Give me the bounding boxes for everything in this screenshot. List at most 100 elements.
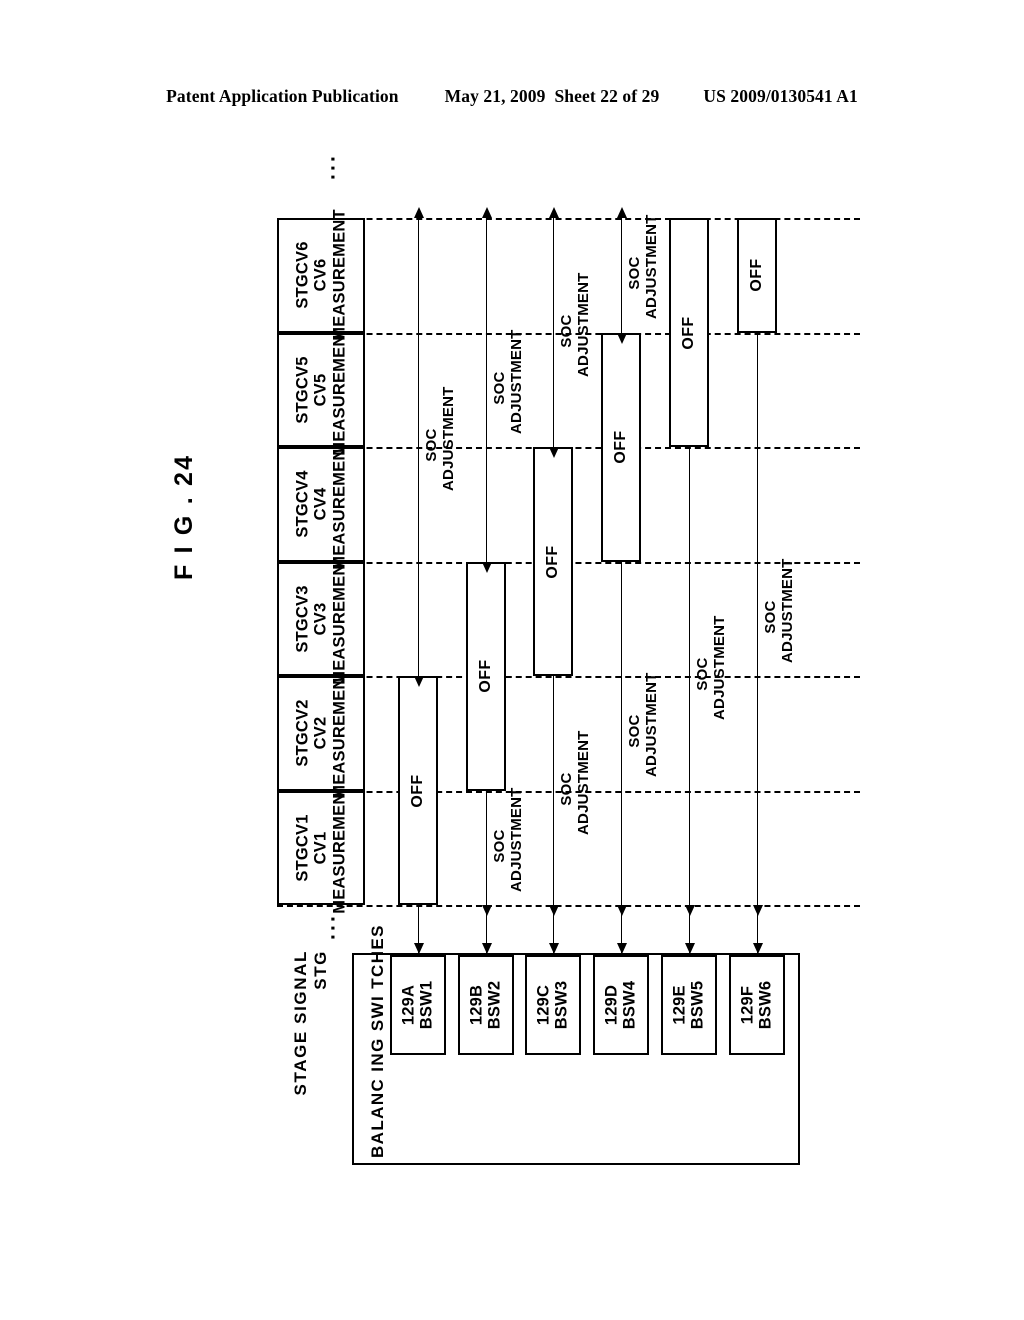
bsw-name: BSW4 xyxy=(621,980,639,1030)
soc-label-line2: ADJUSTMENT xyxy=(710,615,728,720)
soc-adjustment-arrow-BSW4 xyxy=(616,550,627,916)
arrowhead-down xyxy=(684,905,695,916)
soc-label-line1: SOC xyxy=(762,600,779,634)
balancing-switches-container xyxy=(352,953,800,1165)
ellipsis-top: ··· xyxy=(322,153,345,180)
arrowhead-up xyxy=(548,207,559,218)
bsw-name: BSW6 xyxy=(757,980,775,1030)
sheet-number: Sheet 22 of 29 xyxy=(554,86,660,106)
off-label: OFF xyxy=(680,315,697,350)
soc-adjustment-arrow-BSW5 xyxy=(684,436,695,916)
soc-adjustment-label: SOC ADJUSTMENT xyxy=(694,615,729,720)
arrowhead-up xyxy=(413,207,424,218)
soc-label-line2: ADJUSTMENT xyxy=(507,787,525,892)
off-label: OFF xyxy=(612,430,629,464)
off-bar-BSW4: OFF xyxy=(601,332,641,562)
stage-cv-name: CV5 xyxy=(311,373,330,407)
off-bar-BSW6: OFF xyxy=(737,218,777,333)
bsw-reference-numeral: 129E xyxy=(670,985,689,1025)
row-guide-line-BSW4 xyxy=(621,218,622,955)
stage-cv-name: CV1 xyxy=(311,831,330,865)
arrowhead-down xyxy=(548,447,559,458)
stage-header-cell-STGCV3: STGCV3 CV3 MEASUREMENT xyxy=(277,553,365,684)
soc-label-line2: ADJUSTMENT xyxy=(574,271,592,377)
soc-adjustment-label: SOC ADJUSTMENT xyxy=(626,673,661,778)
stage-signal-name: STGCV6 xyxy=(293,241,312,309)
row-guide-line-BSW2 xyxy=(486,218,487,955)
off-label: OFF xyxy=(409,773,426,808)
soc-label-line2: ADJUSTMENT xyxy=(642,214,660,320)
arrowhead-up xyxy=(616,207,627,218)
row-guide-line-BSW1 xyxy=(418,218,419,955)
bsw-box-BSW2: 129B BSW2 xyxy=(458,955,514,1055)
arrowhead-down xyxy=(548,943,559,954)
stage-signal-name: STGCV1 xyxy=(293,814,312,882)
stage-header-text: STGCV1 CV1 MEASUREMENT xyxy=(293,782,348,913)
stage-action-label: MEASUREMENT xyxy=(330,667,349,799)
stage-gridline xyxy=(277,905,860,907)
soc-adjustment-arrow-BSW1 xyxy=(413,207,424,687)
stage-gridline xyxy=(277,676,860,678)
off-bar-BSW3: OFF xyxy=(533,447,573,676)
arrowhead-down xyxy=(616,905,627,916)
row-connector-BSW2 xyxy=(481,913,492,954)
bsw-reference-numeral: 129D xyxy=(602,984,621,1026)
stage-cv-name: CV2 xyxy=(311,716,330,750)
soc-adjustment-arrow-BSW3 xyxy=(548,207,559,458)
soc-label-line1: SOC xyxy=(694,657,711,691)
bsw-box-BSW6: 129F BSW6 xyxy=(729,955,785,1055)
arrowhead-down xyxy=(481,905,492,916)
soc-label-line1: SOC xyxy=(626,256,643,290)
bsw-box-BSW1: 129A BSW1 xyxy=(390,955,446,1055)
soc-adjustment-label: SOC ADJUSTMENT xyxy=(423,386,458,491)
row-connector-BSW4 xyxy=(616,913,627,954)
patent-number: US 2009/0130541 A1 xyxy=(703,86,858,106)
stage-signal-name: STGCV3 xyxy=(293,585,312,653)
balancing-switches-label: BALANC ING SWI TCHES xyxy=(368,924,387,1158)
stage-header-text: STGCV3 CV3 MEASUREMENT xyxy=(293,553,348,684)
soc-adjustment-label: SOC ADJUSTMENT xyxy=(491,329,526,434)
soc-adjustment-label: SOC ADJUSTMENT xyxy=(626,214,661,320)
figure-label: F I G . 24 xyxy=(170,453,198,580)
bsw-box-BSW5: 129E BSW5 xyxy=(661,955,717,1055)
arrowhead-up xyxy=(481,207,492,218)
bsw-box-BSW3: 129C BSW3 xyxy=(525,955,581,1055)
stage-header-cell-STGCV4: STGCV4 CV4 MEASUREMENT xyxy=(277,439,365,570)
arrowhead-up xyxy=(684,436,695,447)
arrowhead-up xyxy=(548,665,559,676)
row-connector-BSW6 xyxy=(752,913,763,954)
publication-date: May 21, 2009 xyxy=(444,86,546,106)
stage-header-cell-STGCV1: STGCV1 CV1 MEASUREMENT xyxy=(277,782,365,913)
soc-adjustment-label: SOC ADJUSTMENT xyxy=(762,558,797,663)
stage-action-label: MEASUREMENT xyxy=(330,438,349,570)
ellipsis-left: ··· xyxy=(322,913,345,940)
bsw-box-text: 129B BSW2 xyxy=(468,981,505,1029)
stage-header-cell-STGCV2: STGCV2 CV2 MEASUREMENT xyxy=(277,668,365,799)
soc-label-line2: ADJUSTMENT xyxy=(778,558,796,663)
stage-signal-name: STGCV5 xyxy=(293,356,312,424)
stage-signal-name: STGCV4 xyxy=(293,470,312,538)
stage-action-label: MEASUREMENT xyxy=(330,553,349,685)
soc-adjustment-arrow-BSW3 xyxy=(548,665,559,916)
stage-header-cell-STGCV6: STGCV6 CV6 MEASUREMENT xyxy=(277,210,365,341)
bsw-reference-numeral: 129F xyxy=(738,985,757,1025)
row-connector-BSW3 xyxy=(548,913,559,954)
stage-signal-label-line1: STAGE SIGNAL xyxy=(291,950,310,1096)
bsw-box-text: 129A BSW1 xyxy=(400,981,437,1029)
soc-label-line1: SOC xyxy=(491,371,508,405)
bsw-name: BSW3 xyxy=(553,980,571,1030)
row-guide-line-BSW6 xyxy=(757,218,758,955)
row-guide-line-BSW3 xyxy=(553,218,554,955)
off-bar-BSW5: OFF xyxy=(669,218,709,447)
bsw-name: BSW1 xyxy=(418,980,436,1030)
row-connector-BSW5 xyxy=(684,913,695,954)
stage-gridline xyxy=(277,218,860,220)
arrowhead-down xyxy=(481,943,492,954)
bsw-name: BSW2 xyxy=(486,980,504,1030)
stage-signal-label: STAGE SIGNAL STG xyxy=(291,950,330,1110)
soc-label-line2: ADJUSTMENT xyxy=(439,386,457,491)
soc-label-line1: SOC xyxy=(558,313,575,348)
publication-label: Patent Application Publication xyxy=(166,86,399,106)
off-bar-BSW1: OFF xyxy=(398,676,438,905)
bsw-box-BSW4: 129D BSW4 xyxy=(593,955,649,1055)
